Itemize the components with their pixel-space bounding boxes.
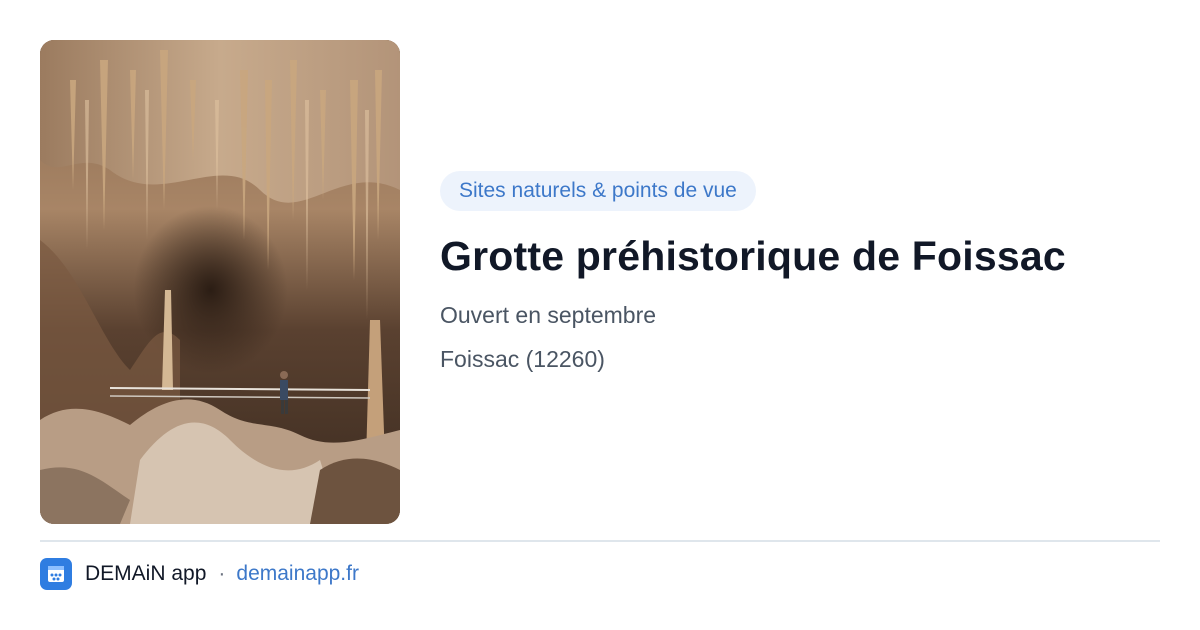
location-text: Foissac (12260) xyxy=(440,346,605,372)
cave-photo-image xyxy=(40,40,400,524)
place-title: Grotte préhistorique de Foissac xyxy=(440,233,1066,279)
domain-link[interactable]: demainapp.fr xyxy=(236,562,359,586)
cave-photo xyxy=(40,40,400,524)
divider xyxy=(40,540,1160,542)
app-name: DEMAiN app xyxy=(85,562,207,585)
opening-status: Ouvert en septembre xyxy=(440,302,657,328)
category-badge[interactable]: Sites naturels & points de vue xyxy=(440,171,756,211)
separator-dot: · xyxy=(218,562,226,585)
card-info: Sites naturels & points de vue Grotte pr… xyxy=(440,171,1160,374)
footer: DEMAiN app · demainapp.fr xyxy=(40,558,359,590)
demain-app-logo-icon xyxy=(40,558,72,590)
demain-app-logo-glyph xyxy=(44,562,68,586)
link-preview-card[interactable]: Sites naturels & points de vue Grotte pr… xyxy=(0,0,1200,630)
